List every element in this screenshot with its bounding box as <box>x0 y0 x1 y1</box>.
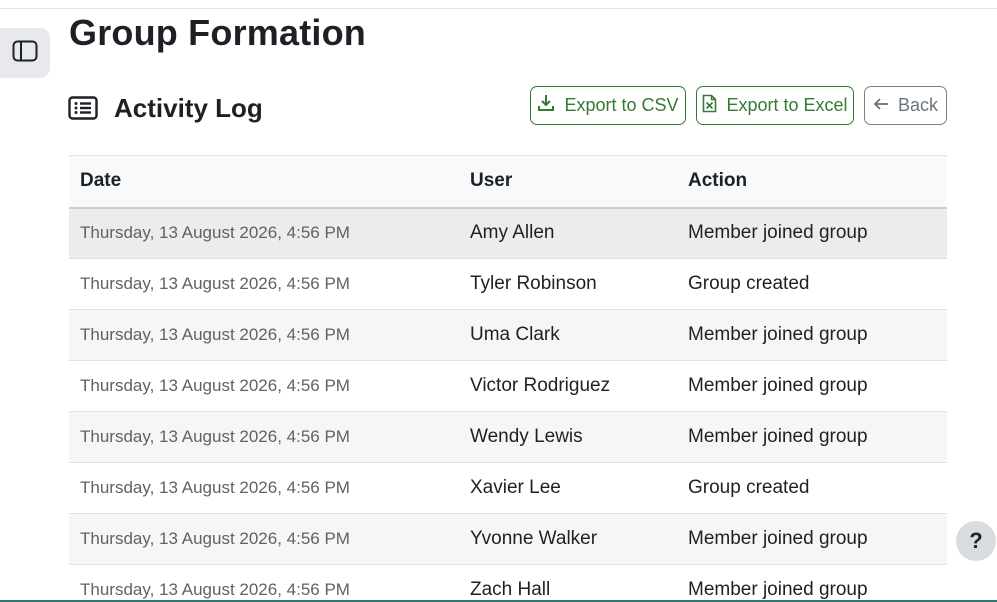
sidebar-panel-icon <box>12 40 38 67</box>
export-csv-button[interactable]: Export to CSV <box>530 86 686 125</box>
column-header-action[interactable]: Action <box>677 155 947 209</box>
page-title: Group Formation <box>69 12 366 53</box>
excel-file-icon <box>702 94 726 118</box>
cell-user: Xavier Lee <box>459 462 677 514</box>
cell-user: Zach Hall <box>459 564 677 602</box>
cell-user: Yvonne Walker <box>459 513 677 565</box>
help-label: ? <box>969 528 983 553</box>
export-excel-button[interactable]: Export to Excel <box>696 86 854 125</box>
back-button[interactable]: Back <box>864 86 947 125</box>
column-header-user[interactable]: User <box>459 155 677 209</box>
cell-action: Member joined group <box>677 360 947 412</box>
cell-user: Victor Rodriguez <box>459 360 677 412</box>
cell-user: Uma Clark <box>459 309 677 361</box>
cell-action: Group created <box>677 462 947 514</box>
page: Group Formation Activity Log Export to C… <box>0 0 997 602</box>
table-row: Thursday, 13 August 2026, 4:56 PM Xavier… <box>69 462 947 514</box>
activity-log-table: Date User Action Thursday, 13 August 202… <box>69 155 947 602</box>
table-row: Thursday, 13 August 2026, 4:56 PM Uma Cl… <box>69 309 947 361</box>
back-label: Back <box>897 95 939 115</box>
drawer-toggle-button[interactable] <box>0 28 50 78</box>
table-row: Thursday, 13 August 2026, 4:56 PM Victor… <box>69 360 947 412</box>
column-header-date[interactable]: Date <box>69 155 459 209</box>
cell-date: Thursday, 13 August 2026, 4:56 PM <box>69 564 459 602</box>
cell-action: Member joined group <box>677 564 947 602</box>
cell-action: Group created <box>677 258 947 310</box>
table-header-row: Date User Action <box>69 155 947 209</box>
table-row: Thursday, 13 August 2026, 4:56 PM Amy Al… <box>69 207 947 259</box>
cell-action: Member joined group <box>677 309 947 361</box>
help-button[interactable]: ? <box>956 521 996 561</box>
cell-user: Wendy Lewis <box>459 411 677 463</box>
top-divider <box>0 8 997 9</box>
cell-action: Member joined group <box>677 207 947 259</box>
cell-user: Tyler Robinson <box>459 258 677 310</box>
cell-date: Thursday, 13 August 2026, 4:56 PM <box>69 207 459 259</box>
download-icon <box>537 94 564 117</box>
cell-date: Thursday, 13 August 2026, 4:56 PM <box>69 360 459 412</box>
cell-date: Thursday, 13 August 2026, 4:56 PM <box>69 462 459 514</box>
table-row: Thursday, 13 August 2026, 4:56 PM Zach H… <box>69 564 947 602</box>
cell-date: Thursday, 13 August 2026, 4:56 PM <box>69 411 459 463</box>
list-icon <box>68 95 98 121</box>
cell-date: Thursday, 13 August 2026, 4:56 PM <box>69 309 459 361</box>
cell-date: Thursday, 13 August 2026, 4:56 PM <box>69 513 459 565</box>
arrow-left-icon <box>873 95 898 116</box>
export-excel-label: Export to Excel <box>726 95 848 115</box>
section-title: Activity Log <box>114 92 263 123</box>
table-row: Thursday, 13 August 2026, 4:56 PM Wendy … <box>69 411 947 463</box>
section-header: Activity Log <box>68 88 263 128</box>
cell-date: Thursday, 13 August 2026, 4:56 PM <box>69 258 459 310</box>
export-csv-label: Export to CSV <box>564 95 679 115</box>
cell-action: Member joined group <box>677 411 947 463</box>
cell-action: Member joined group <box>677 513 947 565</box>
table-row: Thursday, 13 August 2026, 4:56 PM Tyler … <box>69 258 947 310</box>
cell-user: Amy Allen <box>459 207 677 259</box>
table-row: Thursday, 13 August 2026, 4:56 PM Yvonne… <box>69 513 947 565</box>
